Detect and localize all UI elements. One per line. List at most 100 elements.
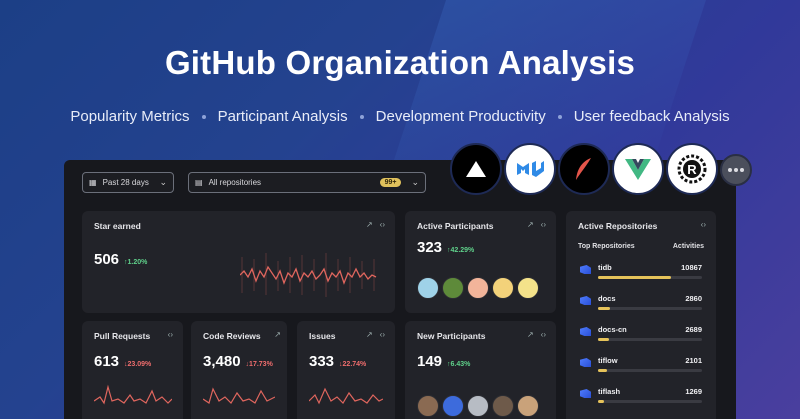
embed-icon[interactable]: ‹› xyxy=(701,220,706,229)
metric-delta: ↑1.20% xyxy=(124,259,148,266)
page-title: GitHub Organization Analysis xyxy=(164,44,636,81)
vue-logo-icon[interactable] xyxy=(612,143,664,195)
avatar[interactable] xyxy=(517,395,539,417)
repo-icon xyxy=(580,327,591,336)
card-title: Star earned xyxy=(94,221,141,231)
feature-participants: Participant Analysis xyxy=(217,108,348,125)
svg-text:R: R xyxy=(687,162,697,177)
issues-sparkline xyxy=(309,387,383,405)
dashboard-panel: ▦ Past 28 days ⌄ ▤ All repositories 99+ … xyxy=(64,160,736,419)
feature-productivity: Development Productivity xyxy=(375,108,546,125)
embed-icon[interactable]: ‹› xyxy=(541,220,546,229)
avatar[interactable] xyxy=(417,277,439,299)
metric: 333 ↓22.74% xyxy=(309,353,383,370)
vercel-logo-icon[interactable] xyxy=(450,143,502,195)
activity-bar-track xyxy=(598,400,702,403)
repo-table-header: Top Repositories Activities xyxy=(578,243,704,250)
metric-value: 323 xyxy=(417,239,443,256)
activity-bar-fill xyxy=(598,276,671,279)
activity-bar-fill xyxy=(598,369,608,372)
feature-feedback: User feedback Analysis xyxy=(573,108,730,125)
issues-card: Issues ↗ ‹› 333 ↓22.74% xyxy=(297,321,395,419)
column-activities: Activities xyxy=(672,243,704,250)
repo-count-badge: 99+ xyxy=(379,178,402,187)
avatar[interactable] xyxy=(517,277,539,299)
feature-popularity: Popularity Metrics xyxy=(70,108,190,125)
avatar[interactable] xyxy=(417,395,439,417)
repo-name: tiflash xyxy=(598,387,621,396)
calendar-icon: ▦ xyxy=(89,178,97,187)
repository-value: All repositories xyxy=(208,178,262,187)
rust-logo-icon[interactable]: R xyxy=(666,143,718,195)
period-select[interactable]: ▦ Past 28 days ⌄ xyxy=(82,172,174,193)
repo-book-icon: ▤ xyxy=(195,178,203,187)
metric-value: 613 xyxy=(94,353,120,370)
card-actions: ↗ ‹› xyxy=(366,220,385,229)
participant-avatars xyxy=(417,395,539,417)
avatar[interactable] xyxy=(467,277,489,299)
embed-icon[interactable]: ‹› xyxy=(380,220,385,229)
activity-bar-track xyxy=(598,338,702,341)
metric-value: 333 xyxy=(309,353,335,370)
pull-requests-sparkline xyxy=(94,384,172,405)
stars-card: Star earned ↗ ‹› 506 ↑1.20% xyxy=(82,211,395,313)
separator-dot xyxy=(359,114,364,119)
repo-name: docs xyxy=(598,294,616,303)
repo-activity-count: 1269 xyxy=(685,387,702,396)
metric-value: 506 xyxy=(94,251,120,268)
embed-icon[interactable]: ‹› xyxy=(541,330,546,339)
repository-select[interactable]: ▤ All repositories 99+ ⌄ xyxy=(188,172,426,193)
mui-logo-icon[interactable] xyxy=(504,143,556,195)
card-actions: ↗ ‹› xyxy=(527,220,546,229)
metric: 149 ↑6.43% xyxy=(417,353,544,370)
repo-icon xyxy=(580,389,591,398)
expand-icon[interactable]: ↗ xyxy=(274,330,281,339)
expand-icon[interactable]: ↗ xyxy=(527,220,534,229)
activity-bar-track xyxy=(598,307,702,310)
repo-activity-count: 2689 xyxy=(685,325,702,334)
card-actions: ‹› xyxy=(701,220,706,229)
participant-avatars xyxy=(417,277,539,299)
feature-list: Popularity Metrics Participant Analysis … xyxy=(0,108,800,125)
new-participants-card: New Participants ↗ ‹› 149 ↑6.43% xyxy=(405,321,556,419)
feather-logo-icon[interactable] xyxy=(558,143,610,195)
repo-row[interactable]: docs-cn 2689 xyxy=(580,325,702,351)
metric-delta: ↓22.74% xyxy=(339,361,367,368)
repo-name: tidb xyxy=(598,263,612,272)
code-reviews-sparkline xyxy=(203,387,275,404)
card-title: Active Participants xyxy=(417,221,494,231)
repo-activity-count: 2860 xyxy=(685,294,702,303)
avatar[interactable] xyxy=(442,395,464,417)
avatar[interactable] xyxy=(492,277,514,299)
metric-delta: ↑42.29% xyxy=(447,247,475,254)
repo-row[interactable]: docs 2860 xyxy=(580,294,702,320)
column-repositories: Top Repositories xyxy=(578,243,635,250)
avatar[interactable] xyxy=(442,277,464,299)
more-icon[interactable] xyxy=(720,154,752,186)
repo-row[interactable]: tidb 10867 xyxy=(580,263,702,289)
embed-icon[interactable]: ‹› xyxy=(168,330,173,339)
avatar[interactable] xyxy=(492,395,514,417)
activity-bar-fill xyxy=(598,338,610,341)
repo-row[interactable]: tiflash 1269 xyxy=(580,387,702,413)
card-title: Active Repositories xyxy=(578,221,658,231)
expand-icon[interactable]: ↗ xyxy=(366,220,373,229)
metric: 3,480 ↓17.73% xyxy=(203,353,275,370)
embed-icon[interactable]: ‹› xyxy=(380,330,385,339)
active-participants-card: Active Participants ↗ ‹› 323 ↑42.29% xyxy=(405,211,556,313)
period-value: Past 28 days xyxy=(102,178,149,187)
chevron-down-icon: ⌄ xyxy=(159,177,167,187)
metric-value: 149 xyxy=(417,353,443,370)
repo-name: tiflow xyxy=(598,356,618,365)
metric-delta: ↓23.09% xyxy=(124,361,152,368)
stars-sparkline xyxy=(240,253,377,297)
repo-name: docs-cn xyxy=(598,325,627,334)
metric-value: 3,480 xyxy=(203,353,241,370)
expand-icon[interactable]: ↗ xyxy=(527,330,534,339)
avatar[interactable] xyxy=(467,395,489,417)
expand-icon[interactable]: ↗ xyxy=(366,330,373,339)
repo-row[interactable]: tiflow 2101 xyxy=(580,356,702,382)
card-actions: ↗ ‹› xyxy=(527,330,546,339)
activity-bar-fill xyxy=(598,400,605,403)
card-actions: ‹› xyxy=(168,330,173,339)
